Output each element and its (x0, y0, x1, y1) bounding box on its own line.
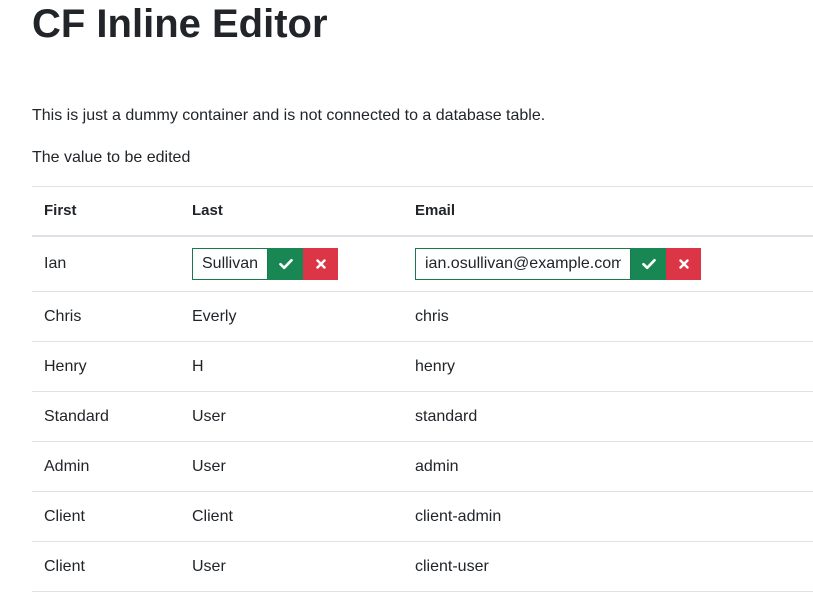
cell-first: Ian (44, 254, 67, 272)
table-header: First Last Email (32, 186, 813, 236)
page-title: CF Inline Editor (32, 2, 328, 46)
email-cancel-button[interactable] (666, 247, 701, 280)
email-input[interactable] (415, 247, 631, 280)
last-cancel-button[interactable] (303, 247, 338, 280)
cell-last[interactable]: User (180, 442, 403, 492)
cell-last[interactable]: H (180, 342, 403, 392)
table-row[interactable]: Henry H henry (32, 342, 813, 392)
column-header-last: Last (192, 202, 223, 220)
page-subtitle: The value to be edited (32, 149, 191, 166)
table-row[interactable]: Client Client client-admin (32, 492, 813, 542)
table-row[interactable]: Standard User standard (32, 392, 813, 442)
table-body: Ian Sullivan ian.osullivan@example.com C… (32, 236, 813, 592)
cell-first[interactable]: Henry (32, 342, 180, 392)
email-inline-editor (415, 247, 701, 280)
table-row[interactable]: Admin User admin (32, 442, 813, 492)
cell-email[interactable]: admin (403, 442, 813, 492)
cell-email[interactable]: client-admin (403, 492, 813, 542)
last-name-input[interactable] (192, 247, 268, 280)
cell-first[interactable]: Chris (32, 292, 180, 342)
cell-last[interactable]: User (180, 392, 403, 442)
cell-last[interactable]: User (180, 542, 403, 592)
column-header-first: First (44, 202, 77, 220)
cell-email[interactable]: chris (403, 292, 813, 342)
check-icon (641, 258, 656, 269)
page-description: This is just a dummy container and is no… (32, 107, 546, 124)
cell-first[interactable]: Client (32, 542, 180, 592)
cell-last[interactable]: Client (180, 492, 403, 542)
email-confirm-button[interactable] (631, 247, 666, 280)
cell-last-editor (180, 236, 403, 292)
last-inline-editor (192, 247, 338, 280)
last-confirm-button[interactable] (268, 247, 303, 280)
check-icon (278, 258, 293, 269)
cell-first[interactable]: Admin (32, 442, 180, 492)
cell-email[interactable]: standard (403, 392, 813, 442)
users-table: First Last Email Ian Sullivan ian.osulli… (32, 186, 813, 592)
table-row[interactable]: Client User client-user (32, 542, 813, 592)
cell-email[interactable]: henry (403, 342, 813, 392)
table-row-editing: Ian (32, 236, 813, 292)
table-row[interactable]: Chris Everly chris (32, 292, 813, 342)
cell-last[interactable]: Everly (180, 292, 403, 342)
table-header-row: First Last Email (32, 186, 813, 236)
cell-email-editor (403, 236, 813, 292)
cell-email[interactable]: client-user (403, 542, 813, 592)
cell-first[interactable]: Standard (32, 392, 180, 442)
cell-first[interactable]: Client (32, 492, 180, 542)
column-header-email: Email (415, 202, 456, 220)
close-icon (315, 259, 326, 269)
close-icon (678, 259, 689, 269)
